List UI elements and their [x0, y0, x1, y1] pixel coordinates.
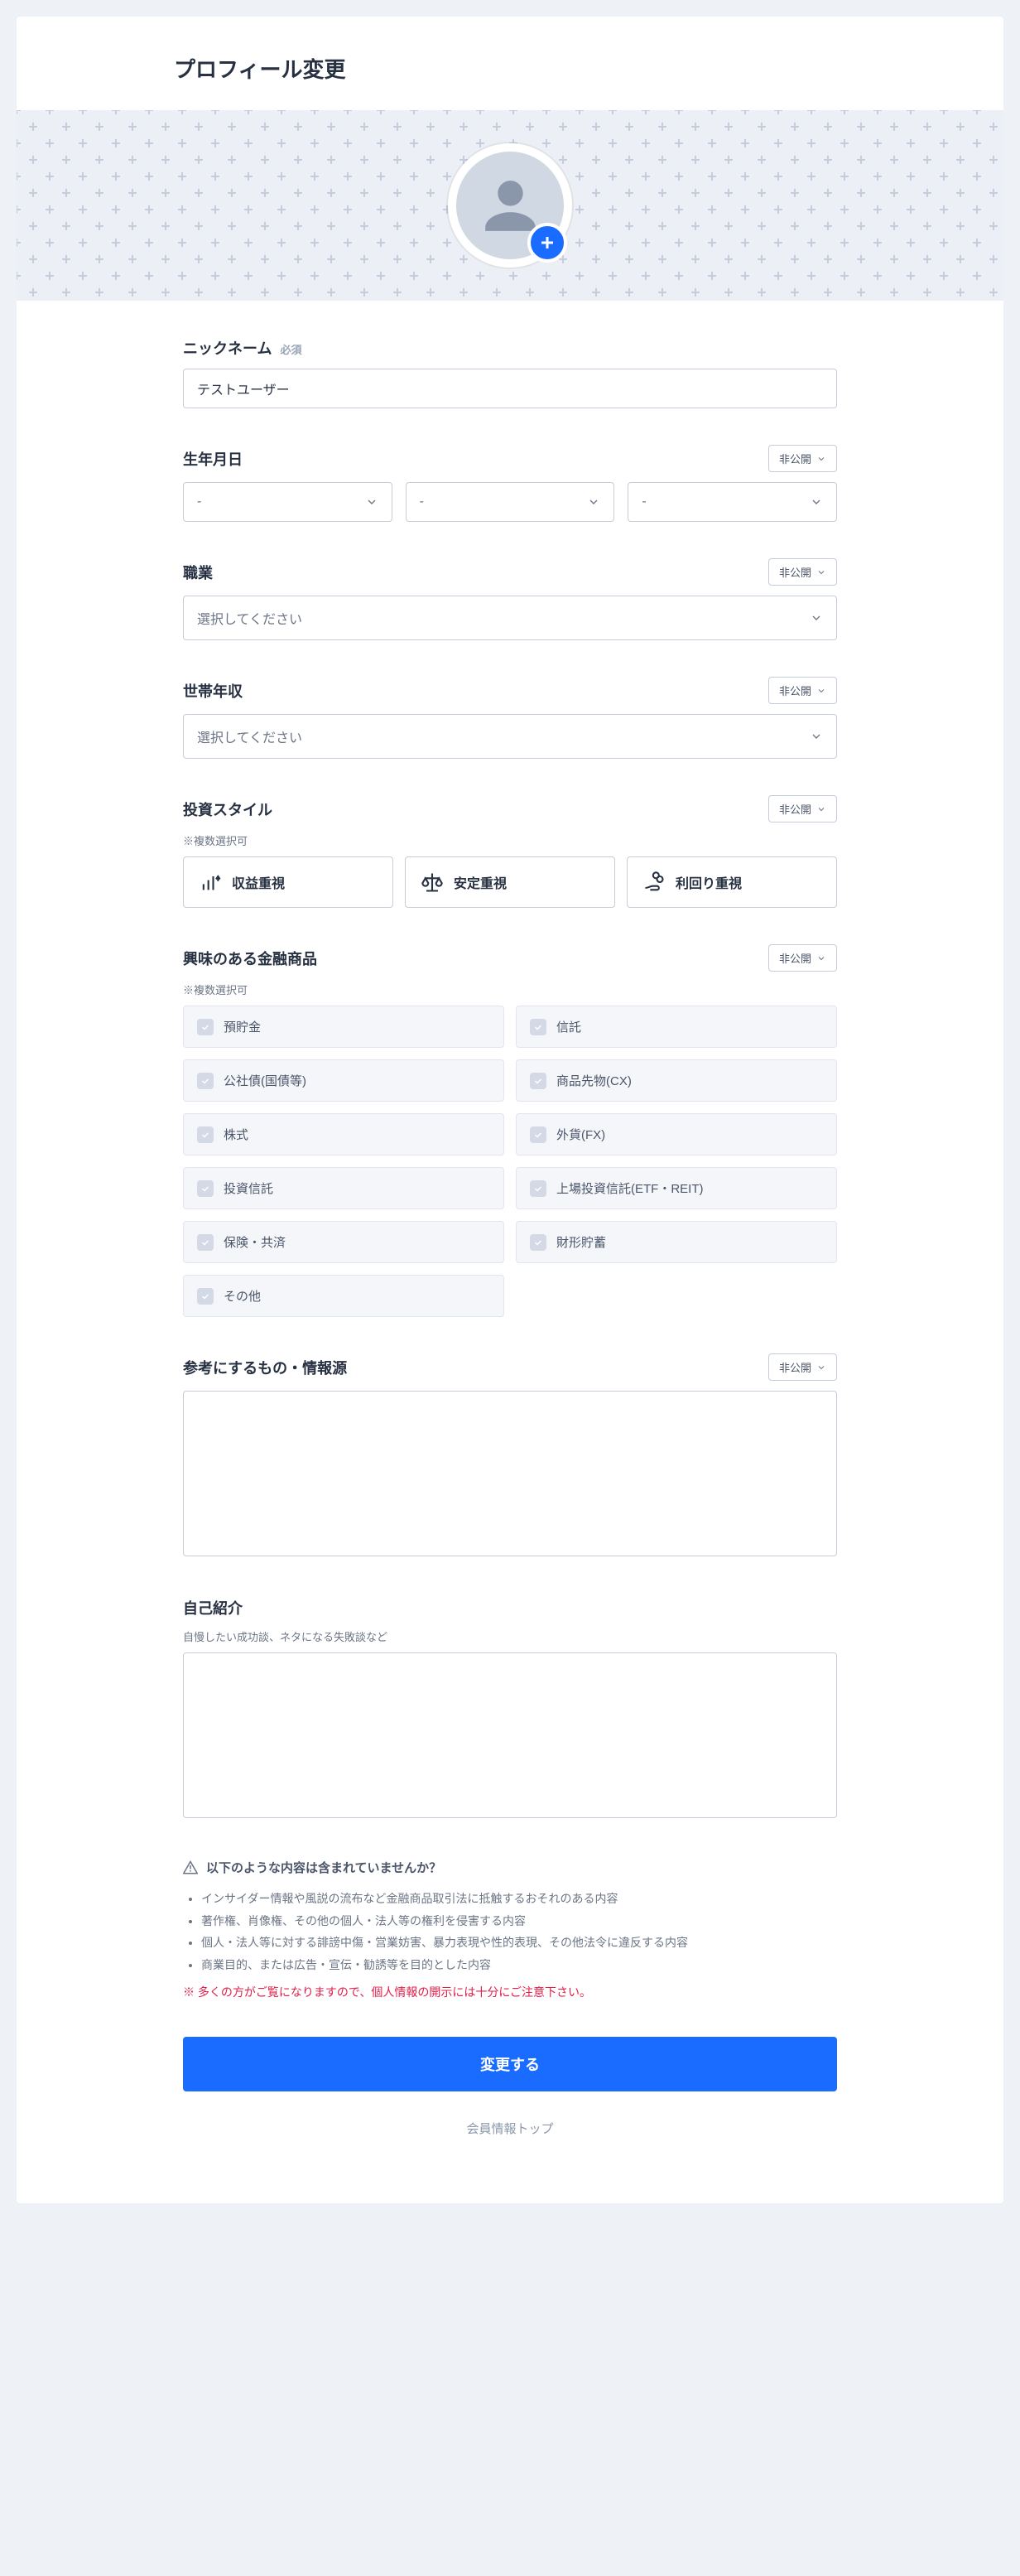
style-option-stable[interactable]: 安定重視: [405, 856, 615, 908]
page-title: プロフィール変更: [17, 17, 1003, 110]
warning-item: インサイダー情報や風説の流布など金融商品取引法に抵触するおそれのある内容: [201, 1888, 837, 1910]
product-option[interactable]: その他: [183, 1275, 504, 1317]
checkbox-icon: [530, 1180, 546, 1197]
avatar: [448, 143, 572, 268]
bar-chart-icon: [199, 871, 222, 894]
scale-icon: [421, 871, 444, 894]
hand-coin-icon: [642, 871, 666, 894]
product-label: 株式: [224, 1126, 248, 1143]
warning-item: 個人・法人等に対する誹謗中傷・営業妨害、暴力表現や性的表現、その他法令に違反する…: [201, 1932, 837, 1954]
products-privacy-toggle[interactable]: 非公開: [768, 944, 837, 972]
checkbox-icon: [197, 1073, 214, 1089]
references-textarea[interactable]: [183, 1391, 837, 1556]
chevron-down-icon: [816, 454, 826, 464]
income-select[interactable]: 選択してください: [183, 714, 837, 759]
chevron-down-icon: [816, 686, 826, 696]
birthday-label: 生年月日: [183, 448, 243, 470]
profile-edit-card: プロフィール変更 ニッ: [17, 17, 1003, 2203]
style-option-yield[interactable]: 利回り重視: [627, 856, 837, 908]
checkbox-icon: [197, 1126, 214, 1143]
product-label: 保険・共済: [224, 1233, 286, 1251]
income-label: 世帯年収: [183, 680, 243, 702]
products-label: 興味のある金融商品: [183, 948, 317, 969]
references-privacy-toggle[interactable]: 非公開: [768, 1353, 837, 1381]
checkbox-icon: [197, 1288, 214, 1305]
checkbox-icon: [197, 1019, 214, 1035]
product-option[interactable]: 外貨(FX): [516, 1113, 837, 1155]
chevron-down-icon: [810, 611, 823, 625]
product-label: 上場投資信託(ETF・REIT): [556, 1179, 704, 1197]
product-option[interactable]: 株式: [183, 1113, 504, 1155]
product-label: 外貨(FX): [556, 1126, 605, 1143]
product-label: 預貯金: [224, 1018, 261, 1035]
product-option[interactable]: 公社債(国債等): [183, 1059, 504, 1102]
style-option-profit[interactable]: 収益重視: [183, 856, 393, 908]
income-privacy-toggle[interactable]: 非公開: [768, 677, 837, 704]
occupation-select[interactable]: 選択してください: [183, 596, 837, 640]
product-option[interactable]: 商品先物(CX): [516, 1059, 837, 1102]
warning-note: ※ 多くの方がご覧になりますので、個人情報の開示には十分にご注意下さい。: [183, 1984, 837, 2000]
chevron-down-icon: [365, 495, 378, 509]
warning-item: 商業目的、または広告・宣伝・勧誘等を目的とした内容: [201, 1954, 837, 1976]
submit-button[interactable]: 変更する: [183, 2037, 837, 2091]
birthday-month-select[interactable]: -: [406, 482, 615, 522]
warning-icon: [183, 1860, 198, 1875]
chevron-down-icon: [816, 1363, 826, 1372]
product-label: 財形貯蓄: [556, 1233, 606, 1251]
checkbox-icon: [530, 1073, 546, 1089]
avatar-add-button[interactable]: [527, 223, 567, 263]
product-option[interactable]: 投資信託: [183, 1167, 504, 1209]
product-label: 投資信託: [224, 1179, 273, 1197]
nickname-input[interactable]: [183, 369, 837, 408]
occupation-label: 職業: [183, 562, 213, 583]
nickname-label: ニックネーム: [183, 337, 272, 359]
bio-label: 自己紹介: [183, 1597, 243, 1618]
chevron-down-icon: [810, 495, 823, 509]
product-label: 商品先物(CX): [556, 1072, 632, 1089]
warning-block: 以下のような内容は含まれていませんか？ インサイダー情報や風説の流布など金融商品…: [183, 1859, 837, 2000]
required-tag: 必須: [280, 341, 301, 357]
warning-title: 以下のような内容は含まれていませんか？: [206, 1859, 441, 1876]
chevron-down-icon: [587, 495, 600, 509]
chevron-down-icon: [816, 804, 826, 814]
plus-icon: [537, 233, 557, 253]
product-option[interactable]: 保険・共済: [183, 1221, 504, 1263]
chevron-down-icon: [810, 730, 823, 743]
birthday-year-select[interactable]: -: [183, 482, 392, 522]
birthday-privacy-toggle[interactable]: 非公開: [768, 445, 837, 472]
products-hint: ※複数選択可: [183, 982, 837, 997]
references-label: 参考にするもの・情報源: [183, 1357, 347, 1378]
product-option[interactable]: 上場投資信託(ETF・REIT): [516, 1167, 837, 1209]
checkbox-icon: [530, 1126, 546, 1143]
avatar-hero: [17, 110, 1003, 301]
checkbox-icon: [530, 1234, 546, 1251]
birthday-day-select[interactable]: -: [628, 482, 837, 522]
product-label: 公社債(国債等): [224, 1072, 306, 1089]
product-label: 信託: [556, 1018, 581, 1035]
warning-item: 著作権、肖像権、その他の個人・法人等の権利を侵害する内容: [201, 1910, 837, 1932]
product-label: その他: [224, 1287, 261, 1305]
product-option[interactable]: 信託: [516, 1006, 837, 1048]
invest-style-privacy-toggle[interactable]: 非公開: [768, 795, 837, 822]
checkbox-icon: [197, 1180, 214, 1197]
bio-textarea[interactable]: [183, 1652, 837, 1818]
invest-style-hint: ※複数選択可: [183, 832, 837, 848]
chevron-down-icon: [816, 567, 826, 577]
checkbox-icon: [197, 1234, 214, 1251]
bio-hint: 自慢したい成功談、ネタになる失敗談など: [183, 1628, 837, 1644]
product-option[interactable]: 財形貯蓄: [516, 1221, 837, 1263]
invest-style-label: 投資スタイル: [183, 798, 272, 820]
checkbox-icon: [530, 1019, 546, 1035]
product-option[interactable]: 預貯金: [183, 1006, 504, 1048]
chevron-down-icon: [816, 953, 826, 963]
back-link[interactable]: 会員情報トップ: [183, 2120, 837, 2137]
occupation-privacy-toggle[interactable]: 非公開: [768, 558, 837, 586]
